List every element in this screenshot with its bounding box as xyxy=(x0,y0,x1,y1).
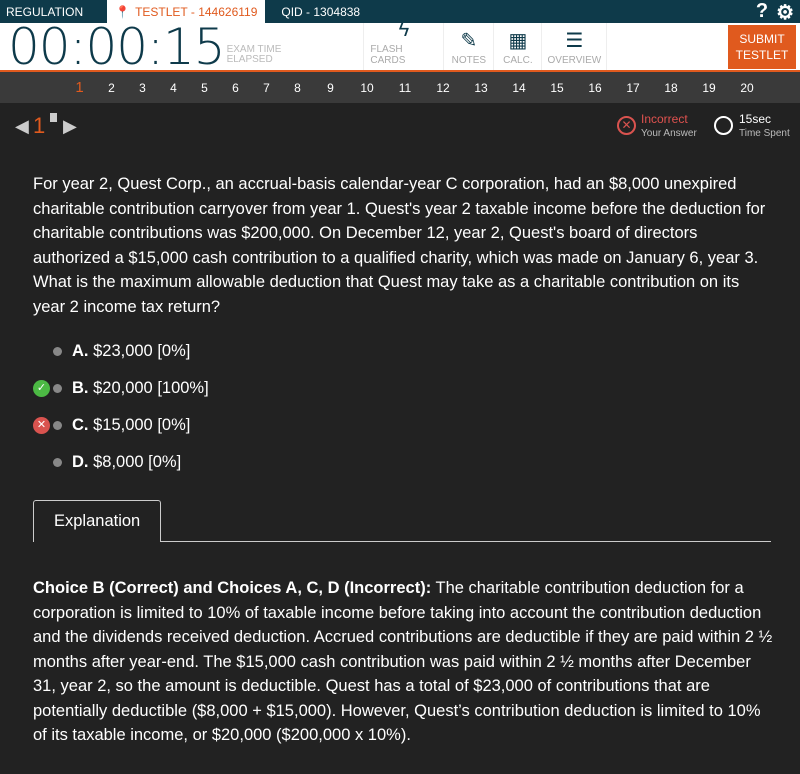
gear-icon[interactable]: ⚙ xyxy=(776,0,794,25)
question-header: ◀ 1 ▶ ✕ Incorrect Your Answer 15sec Time… xyxy=(0,103,800,148)
question-number-1[interactable]: 1 xyxy=(63,79,96,96)
flash-cards-label: FLASH CARDS xyxy=(370,44,406,66)
question-number-11[interactable]: 11 xyxy=(386,81,424,95)
overview-label: OVERVIEW xyxy=(547,55,602,66)
answer-option-b[interactable]: ✓ B. $20,000 [100%] xyxy=(33,379,209,398)
question-number-8[interactable]: 8 xyxy=(282,81,313,95)
question-number-2[interactable]: 2 xyxy=(96,81,127,95)
question-number-16[interactable]: 16 xyxy=(576,81,614,95)
time-spent: 15sec xyxy=(739,112,772,126)
radio-dot xyxy=(53,458,62,467)
answer-letter: C. xyxy=(72,416,89,434)
question-number-10[interactable]: 10 xyxy=(348,81,386,95)
testlet-label: TESTLET - 144626119 xyxy=(135,4,258,19)
result-status: Incorrect xyxy=(641,112,688,126)
question-number-19[interactable]: 19 xyxy=(690,81,728,95)
incorrect-x-icon: ✕ xyxy=(33,417,50,434)
qid-label: QID - 1304838 xyxy=(281,4,361,19)
result-sub: Your Answer xyxy=(641,128,697,139)
incorrect-icon: ✕ xyxy=(617,116,636,135)
question-number-12[interactable]: 12 xyxy=(424,81,462,95)
time-spent-label: Time Spent xyxy=(739,128,790,139)
question-number-14[interactable]: 14 xyxy=(500,81,538,95)
timer-label-2: ELAPSED xyxy=(226,54,273,65)
answer-letter: B. xyxy=(72,379,89,397)
explanation-text: Choice B (Correct) and Choices A, C, D (… xyxy=(33,576,773,748)
prev-question-arrow-icon[interactable]: ◀ xyxy=(15,116,29,137)
answer-text: $8,000 [0%] xyxy=(93,453,182,471)
explanation-body: The charitable contribution deduction fo… xyxy=(33,579,773,744)
answer-option-d[interactable]: D. $8,000 [0%] xyxy=(33,453,181,472)
question-number-3[interactable]: 3 xyxy=(127,81,158,95)
answer-text: $23,000 [0%] xyxy=(93,342,191,360)
question-number-20[interactable]: 20 xyxy=(728,81,766,95)
question-number-18[interactable]: 18 xyxy=(652,81,690,95)
answer-letter: A. xyxy=(72,342,89,360)
flash-cards-icon: ϟ xyxy=(398,19,410,41)
location-pin-icon: 📍 xyxy=(115,4,131,19)
tab-explanation[interactable]: Explanation xyxy=(33,500,161,542)
next-question-arrow-icon[interactable]: ▶ xyxy=(63,116,77,137)
question-number-15[interactable]: 15 xyxy=(538,81,576,95)
notes-button[interactable]: ✎ NOTES xyxy=(443,23,493,70)
question-number-7[interactable]: 7 xyxy=(251,81,282,95)
calculator-button[interactable]: ▦ CALC. xyxy=(493,23,541,70)
answer-text: $15,000 [0%] xyxy=(93,416,191,434)
clock-icon xyxy=(714,116,733,135)
radio-dot xyxy=(53,347,62,356)
question-number-13[interactable]: 13 xyxy=(462,81,500,95)
question-navigator: 1 2 3 4 5 6 7 8 9 10 11 12 13 14 15 16 17 18 19 20 xyxy=(0,72,800,103)
toolbar: 00:00:15 EXAM TIME ELAPSED ϟ FLASH CARDS ✎… xyxy=(0,18,800,76)
question-number-6[interactable]: 6 xyxy=(220,81,251,95)
exam-timer: 00:00:15 xyxy=(8,18,226,76)
answer-option-c[interactable]: ✕ C. $15,000 [0%] xyxy=(33,416,190,435)
question-number-17[interactable]: 17 xyxy=(614,81,652,95)
timer-label: EXAM TIME ELAPSED xyxy=(227,45,282,70)
notes-icon: ✎ xyxy=(460,30,478,52)
current-question-number: 1 xyxy=(33,113,46,138)
calc-label: CALC. xyxy=(503,55,533,66)
flash-cards-button[interactable]: ϟ FLASH CARDS xyxy=(363,19,443,70)
overview-list-icon: ☰ xyxy=(565,30,584,52)
answer-text: $20,000 [100%] xyxy=(93,379,209,397)
bookmark-icon[interactable] xyxy=(50,113,57,122)
answer-letter: D. xyxy=(72,453,89,471)
calculator-icon: ▦ xyxy=(508,30,528,52)
answer-option-a[interactable]: A. $23,000 [0%] xyxy=(33,342,190,361)
help-icon[interactable]: ? xyxy=(756,0,768,25)
submit-testlet-button[interactable]: SUBMIT TESTLET xyxy=(728,25,796,69)
explanation-heading: Choice B (Correct) and Choices A, C, D (… xyxy=(33,579,432,597)
radio-dot xyxy=(53,384,62,393)
question-text: For year 2, Quest Corp., an accrual-basi… xyxy=(33,175,766,316)
overview-button[interactable]: ☰ OVERVIEW xyxy=(541,23,608,70)
radio-dot xyxy=(53,421,62,430)
question-number-4[interactable]: 4 xyxy=(158,81,189,95)
correct-check-icon: ✓ xyxy=(33,380,50,397)
notes-label: NOTES xyxy=(451,55,487,66)
question-number-5[interactable]: 5 xyxy=(189,81,220,95)
question-number-9[interactable]: 9 xyxy=(313,81,348,95)
